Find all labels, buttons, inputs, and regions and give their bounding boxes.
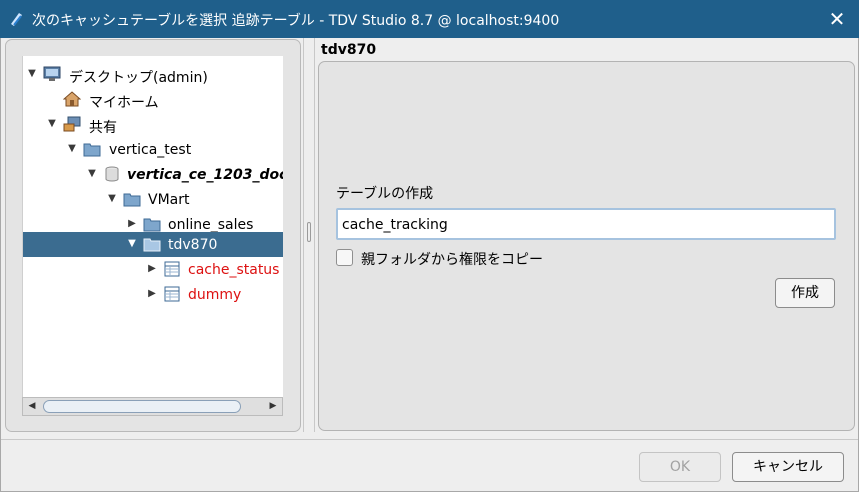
scroll-right-icon[interactable]: ▶ [264, 398, 282, 415]
panel-title: tdv870 [321, 42, 377, 58]
tree-node-label: dummy [188, 287, 242, 303]
tree-node-label: VMart [148, 192, 190, 208]
expand-toggle-icon[interactable]: ▼ [126, 238, 138, 250]
table-icon [164, 286, 180, 302]
home-icon [63, 91, 81, 107]
tree-node-my-home[interactable]: マイホーム [23, 87, 283, 112]
tree-node-desktop[interactable]: ▼ デスクトップ(admin) [23, 62, 283, 87]
title-bar: 次のキャッシュテーブルを選択 追跡テーブル - TDV Studio 8.7 @… [0, 0, 859, 38]
database-icon [105, 166, 119, 182]
tree-node-vmart[interactable]: ▼ VMart [23, 187, 283, 212]
expand-toggle-icon[interactable]: ▼ [66, 143, 78, 155]
folder-icon [83, 143, 101, 157]
create-table-panel: テーブルの作成 親フォルダから権限をコピー 作成 [318, 61, 855, 431]
expand-toggle-icon[interactable]: ▼ [86, 168, 98, 180]
table-icon [164, 261, 180, 277]
tree-node-label: 共有 [89, 120, 117, 136]
scrollbar-thumb[interactable] [43, 400, 241, 413]
tree-node-label: vertica_test [109, 142, 192, 158]
expand-toggle-icon[interactable]: ▶ [146, 263, 158, 275]
dialog-body: ▼ デスクトップ(admin) マイホーム ▼ 共有 ▼ vertica_tes… [0, 38, 859, 492]
desktop-icon [43, 66, 61, 81]
tree-horizontal-scrollbar[interactable]: ◀ ▶ [22, 397, 283, 416]
resource-tree[interactable]: ▼ デスクトップ(admin) マイホーム ▼ 共有 ▼ vertica_tes… [22, 56, 283, 397]
tree-node-vertica-test[interactable]: ▼ vertica_test [23, 137, 283, 162]
cancel-button[interactable]: キャンセル [732, 452, 844, 482]
footer-divider [1, 439, 858, 440]
copy-permissions-label[interactable]: 親フォルダから権限をコピー [361, 249, 543, 269]
close-icon[interactable]: ✕ [825, 7, 849, 31]
panel-splitter[interactable] [303, 38, 315, 432]
expand-toggle-icon[interactable]: ▼ [46, 118, 58, 130]
window-title: 次のキャッシュテーブルを選択 追跡テーブル - TDV Studio 8.7 @… [32, 13, 560, 29]
tree-node-label: デスクトップ(admin) [69, 70, 208, 86]
folder-icon [143, 238, 161, 252]
create-table-label: テーブルの作成 [336, 186, 434, 202]
create-button[interactable]: 作成 [775, 278, 835, 308]
tree-node-shared[interactable]: ▼ 共有 [23, 112, 283, 137]
table-name-field[interactable] [336, 208, 836, 240]
tree-node-cache-status[interactable]: ▶ cache_status [23, 257, 283, 282]
expand-toggle-icon[interactable]: ▶ [146, 288, 158, 300]
scroll-left-icon[interactable]: ◀ [23, 398, 41, 415]
shared-icon [63, 116, 81, 132]
tree-node-vertica-datasource[interactable]: ▼ vertica_ce_1203_docke [23, 162, 283, 187]
tree-node-label: online_sales [168, 217, 254, 233]
tree-node-label: vertica_ce_1203_docke [127, 167, 283, 183]
tdv-studio-app-icon [11, 13, 22, 26]
copy-permissions-checkbox[interactable] [336, 249, 353, 266]
tree-node-label: tdv870 [168, 237, 218, 253]
resource-tree-panel: ▼ デスクトップ(admin) マイホーム ▼ 共有 ▼ vertica_tes… [5, 39, 301, 432]
expand-toggle-icon[interactable]: ▼ [106, 193, 118, 205]
table-name-input[interactable] [342, 215, 812, 235]
tree-node-label: マイホーム [89, 95, 159, 111]
expand-toggle-icon[interactable]: ▶ [126, 218, 138, 230]
expand-toggle-icon[interactable]: ▼ [26, 68, 38, 80]
folder-icon [143, 218, 161, 232]
ok-button[interactable]: OK [639, 452, 721, 482]
tree-node-tdv870[interactable]: ▼ tdv870 [23, 232, 283, 257]
folder-icon [123, 193, 141, 207]
splitter-grip-icon[interactable] [307, 222, 311, 242]
tree-node-dummy[interactable]: ▶ dummy [23, 282, 283, 307]
tree-node-label: cache_status [188, 262, 280, 278]
